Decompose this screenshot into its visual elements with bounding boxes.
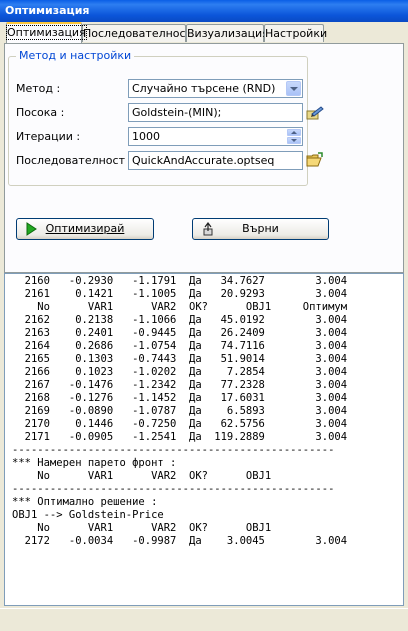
log-line: 2172 -0.0034 -0.9987 Да 3.0045 3.004 (12, 535, 348, 547)
spinner-buttons[interactable] (287, 129, 301, 144)
tab-optimization[interactable]: Оптимизация (6, 22, 87, 43)
log-line: 2164 0.2686 -1.0754 Да 74.7116 3.004 (12, 340, 348, 352)
output-text: 2160 -0.2930 -1.1791 Да 34.7627 3.004 21… (5, 274, 403, 548)
log-line: 2161 0.1421 -1.1005 Да 20.9293 3.004 (12, 288, 348, 300)
direction-field[interactable]: Goldstein-(MIN); (128, 103, 303, 122)
log-line: *** Намерен парето фронт : (12, 457, 177, 469)
sequence-field[interactable]: QuickAndAccurate.optseq (128, 151, 303, 170)
optimize-button[interactable]: Оптимизирай (16, 218, 154, 240)
log-line: No VAR1 VAR2 OK? OBJ1 (12, 470, 272, 482)
log-line: No VAR1 VAR2 OK? OBJ1 Оптимум (12, 301, 348, 313)
method-label: Метод : (16, 82, 61, 95)
log-line: No VAR1 VAR2 OK? OBJ1 (12, 522, 272, 534)
log-line: ----------------------------------------… (12, 444, 335, 456)
tab-settings[interactable]: Настройки (264, 24, 327, 42)
spin-down-icon[interactable] (287, 137, 301, 144)
direction-label: Посока : (16, 106, 65, 119)
log-line: 2162 0.2138 -1.1066 Да 45.0192 3.004 (12, 314, 348, 326)
log-line: 2167 -0.1476 -1.2342 Да 77.2328 3.004 (12, 379, 348, 391)
tab-label: Оптимизация (6, 25, 87, 40)
group-legend: Метод и настройки (16, 49, 135, 62)
back-button[interactable]: Върни (192, 218, 329, 240)
tab-sequence[interactable]: Последователност (82, 24, 192, 42)
output-log[interactable]: 2160 -0.2930 -1.1791 Да 34.7627 3.004 21… (4, 273, 404, 606)
chevron-down-icon[interactable] (286, 81, 301, 96)
status-bar (0, 608, 408, 631)
log-line: ----------------------------------------… (12, 483, 335, 495)
log-line: 2166 0.1023 -1.0202 Да 7.2854 3.004 (12, 366, 348, 378)
log-line: OBJ1 --> Goldstein-Price (12, 509, 164, 521)
iterations-label: Итерации : (16, 130, 81, 143)
edit-icon[interactable] (306, 105, 324, 121)
open-folder-icon[interactable] (306, 152, 324, 168)
log-line: *** Оптимално решение : (12, 496, 158, 508)
undo-icon (203, 222, 213, 236)
window-title: Оптимизация (0, 0, 408, 22)
log-line: 2169 -0.0890 -1.0787 Да 6.5893 3.004 (12, 405, 348, 417)
method-select[interactable]: Случайно търсене (RND) (128, 79, 303, 98)
iterations-spinner[interactable]: 1000 (128, 127, 303, 146)
method-value: Случайно търсене (RND) (132, 82, 276, 95)
back-label: Върни (242, 222, 279, 235)
log-line: 2171 -0.0905 -1.2541 Да 119.2889 3.004 (12, 431, 348, 443)
log-line: 2165 0.1303 -0.7443 Да 51.9014 3.004 (12, 353, 348, 365)
spin-up-icon[interactable] (287, 129, 301, 136)
log-line: 2160 -0.2930 -1.1791 Да 34.7627 3.004 (12, 275, 348, 287)
sequence-label: Последователност : (16, 154, 133, 167)
log-line: 2168 -0.1276 -1.1452 Да 17.6031 3.004 (12, 392, 348, 404)
log-line: 2163 0.2401 -0.9445 Да 26.2409 3.004 (12, 327, 348, 339)
tab-visualization[interactable]: Визуализация (186, 24, 269, 42)
optimize-label: Оптимизирай (45, 222, 125, 235)
log-line: 2170 0.1446 -0.7250 Да 62.5756 3.004 (12, 418, 348, 430)
play-icon (26, 222, 37, 236)
iterations-value: 1000 (132, 130, 160, 143)
